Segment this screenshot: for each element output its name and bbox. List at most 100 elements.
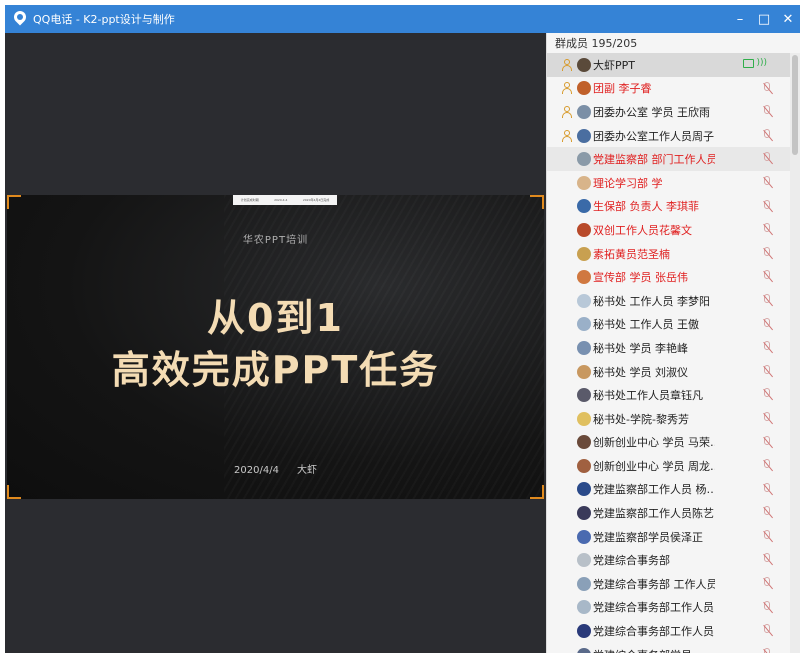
mic-muted-icon[interactable]	[761, 81, 773, 96]
member-row[interactable]: 党建综合事务部	[547, 548, 791, 572]
role-slot	[557, 435, 577, 449]
avatar	[577, 506, 591, 521]
mic-muted-icon[interactable]	[761, 459, 773, 473]
member-row[interactable]: 团副 李子睿	[547, 77, 791, 101]
member-row[interactable]: 创新创业中心 学员 周龙…	[547, 454, 791, 478]
mic-muted-icon[interactable]	[761, 529, 773, 544]
member-row[interactable]: 党建监察部工作人员陈艺…	[547, 501, 791, 525]
mic-muted-icon[interactable]	[761, 647, 773, 653]
screen-share-speaking-icon: )))	[743, 58, 767, 68]
member-name: 党建综合事务部	[593, 554, 670, 568]
mic-muted-icon[interactable]	[761, 388, 773, 402]
mic-muted-icon[interactable]	[761, 482, 773, 497]
member-name: 创新创业中心 学员 周龙…	[593, 459, 715, 473]
member-name: 党建监察部 部门工作人员…	[593, 153, 715, 167]
slide-title-line1: 从0到1	[207, 296, 344, 340]
mic-muted-icon[interactable]	[761, 175, 773, 190]
slide-date: 2020/4/4	[234, 465, 279, 476]
mic-muted-icon[interactable]	[761, 293, 773, 308]
slide-subtitle: 华农PPT培训	[242, 235, 309, 246]
member-row[interactable]: 党建综合事务部工作人员…	[547, 619, 791, 643]
member-name: 生保部 负责人 李琪菲	[593, 200, 699, 214]
member-row[interactable]: 党建综合事务部工作人员…	[547, 596, 791, 620]
avatar	[577, 152, 591, 167]
avatar	[577, 529, 591, 544]
mic-muted-icon[interactable]	[761, 411, 773, 426]
avatar	[577, 411, 591, 426]
maximize-button[interactable]: □	[752, 5, 776, 33]
slide-top-strip: 计划完成时期 2020.4.4 2020年4月4日完成	[233, 195, 337, 205]
avatar	[577, 553, 591, 568]
mic-muted-icon[interactable]	[761, 128, 773, 143]
admin-user-icon	[561, 105, 573, 118]
member-row[interactable]: 秘书处 工作人员 李梦阳	[547, 289, 791, 313]
member-row[interactable]: 素拓黄员范圣楠	[547, 242, 791, 266]
mic-muted-icon[interactable]	[761, 600, 773, 615]
mic-muted-icon[interactable]	[761, 199, 773, 214]
mic-muted-icon[interactable]	[761, 506, 773, 520]
member-row[interactable]: 创新创业中心 学员 马荣…	[547, 431, 791, 455]
role-slot	[557, 129, 577, 143]
screen-share-view[interactable]: 计划完成时期 2020.4.4 2020年4月4日完成 华农PPT培训 从0到1…	[5, 33, 546, 653]
member-row[interactable]: 党建监察部工作人员 杨…	[547, 478, 791, 502]
mic-muted-icon[interactable]	[761, 270, 773, 284]
role-slot	[557, 176, 577, 190]
avatar	[577, 647, 591, 653]
minimize-button[interactable]: –	[728, 5, 752, 33]
role-slot	[557, 247, 577, 261]
member-row[interactable]: 团委办公室 学员 王欣雨	[547, 100, 791, 124]
member-row[interactable]: 党建综合事务部 工作人员…	[547, 572, 791, 596]
mic-muted-icon[interactable]	[761, 105, 773, 119]
member-name: 创新创业中心 学员 马荣…	[593, 436, 715, 450]
member-name: 秘书处 工作人员 李梦阳	[593, 294, 710, 308]
avatar	[577, 576, 591, 591]
admin-user-icon	[561, 58, 573, 71]
member-row[interactable]: 生保部 负责人 李琪菲	[547, 195, 791, 219]
avatar	[577, 199, 591, 214]
mic-muted-icon[interactable]	[761, 435, 773, 450]
role-slot	[557, 365, 577, 379]
mic-muted-icon[interactable]	[761, 317, 773, 332]
member-name: 党建综合事务部工作人员…	[593, 625, 715, 639]
member-row[interactable]: 党建监察部 部门工作人员…	[547, 147, 791, 171]
slide-title-line2: 高效完成PPT任务	[111, 348, 440, 392]
member-row[interactable]: 党建监察部学员侯泽正	[547, 525, 791, 549]
qq-location-pin-icon	[11, 8, 29, 27]
mic-muted-icon[interactable]	[761, 624, 773, 638]
member-row[interactable]: 秘书处 学员 李艳峰	[547, 336, 791, 360]
avatar	[577, 222, 591, 237]
role-slot	[557, 482, 577, 496]
close-button[interactable]: ✕	[776, 5, 800, 33]
member-row[interactable]: 团委办公室工作人员周子…	[547, 124, 791, 148]
member-name: 党建监察部工作人员 杨…	[593, 483, 715, 497]
member-row[interactable]: 双创工作人员花馨文	[547, 218, 791, 242]
mic-muted-icon[interactable]	[761, 152, 773, 166]
avatar	[577, 458, 591, 473]
member-row[interactable]: 党建综合事务部学员	[547, 643, 791, 653]
member-list-scrollbar[interactable]	[790, 53, 800, 653]
member-row[interactable]: 秘书处-学院-黎秀芳	[547, 407, 791, 431]
member-row[interactable]: 秘书处 学员 刘淑仪	[547, 360, 791, 384]
mic-muted-icon[interactable]	[761, 553, 773, 567]
mic-muted-icon[interactable]	[761, 223, 773, 237]
title-bar[interactable]: QQ电话 - K2-ppt设计与制作 – □ ✕	[5, 5, 800, 33]
member-row[interactable]: 宣传部 学员 张岳伟	[547, 265, 791, 289]
avatar	[577, 128, 591, 143]
avatar	[577, 340, 591, 355]
crop-corner-bottom-left-icon	[7, 485, 21, 499]
slide-top-strip-text: 2020.4.4	[274, 198, 288, 202]
member-row[interactable]: 大虾PPT)))	[547, 53, 791, 77]
scrollbar-thumb[interactable]	[792, 55, 798, 155]
member-row[interactable]: 理论学习部 学	[547, 171, 791, 195]
mic-muted-icon[interactable]	[761, 341, 773, 355]
role-slot	[557, 624, 577, 638]
member-row[interactable]: 秘书处 工作人员 王傲	[547, 313, 791, 337]
member-row[interactable]: 秘书处工作人员章钰凡	[547, 383, 791, 407]
mic-muted-icon[interactable]	[761, 246, 773, 261]
mic-muted-icon[interactable]	[761, 364, 773, 379]
mic-muted-icon[interactable]	[761, 577, 773, 591]
member-list[interactable]: 大虾PPT))) 团副 李子睿 团委办公室 学员 王欣雨 团委办公室工作人员周子… 党建…	[547, 53, 791, 653]
role-slot	[557, 459, 577, 473]
member-name: 素拓黄员范圣楠	[593, 247, 670, 261]
role-slot	[557, 223, 577, 237]
